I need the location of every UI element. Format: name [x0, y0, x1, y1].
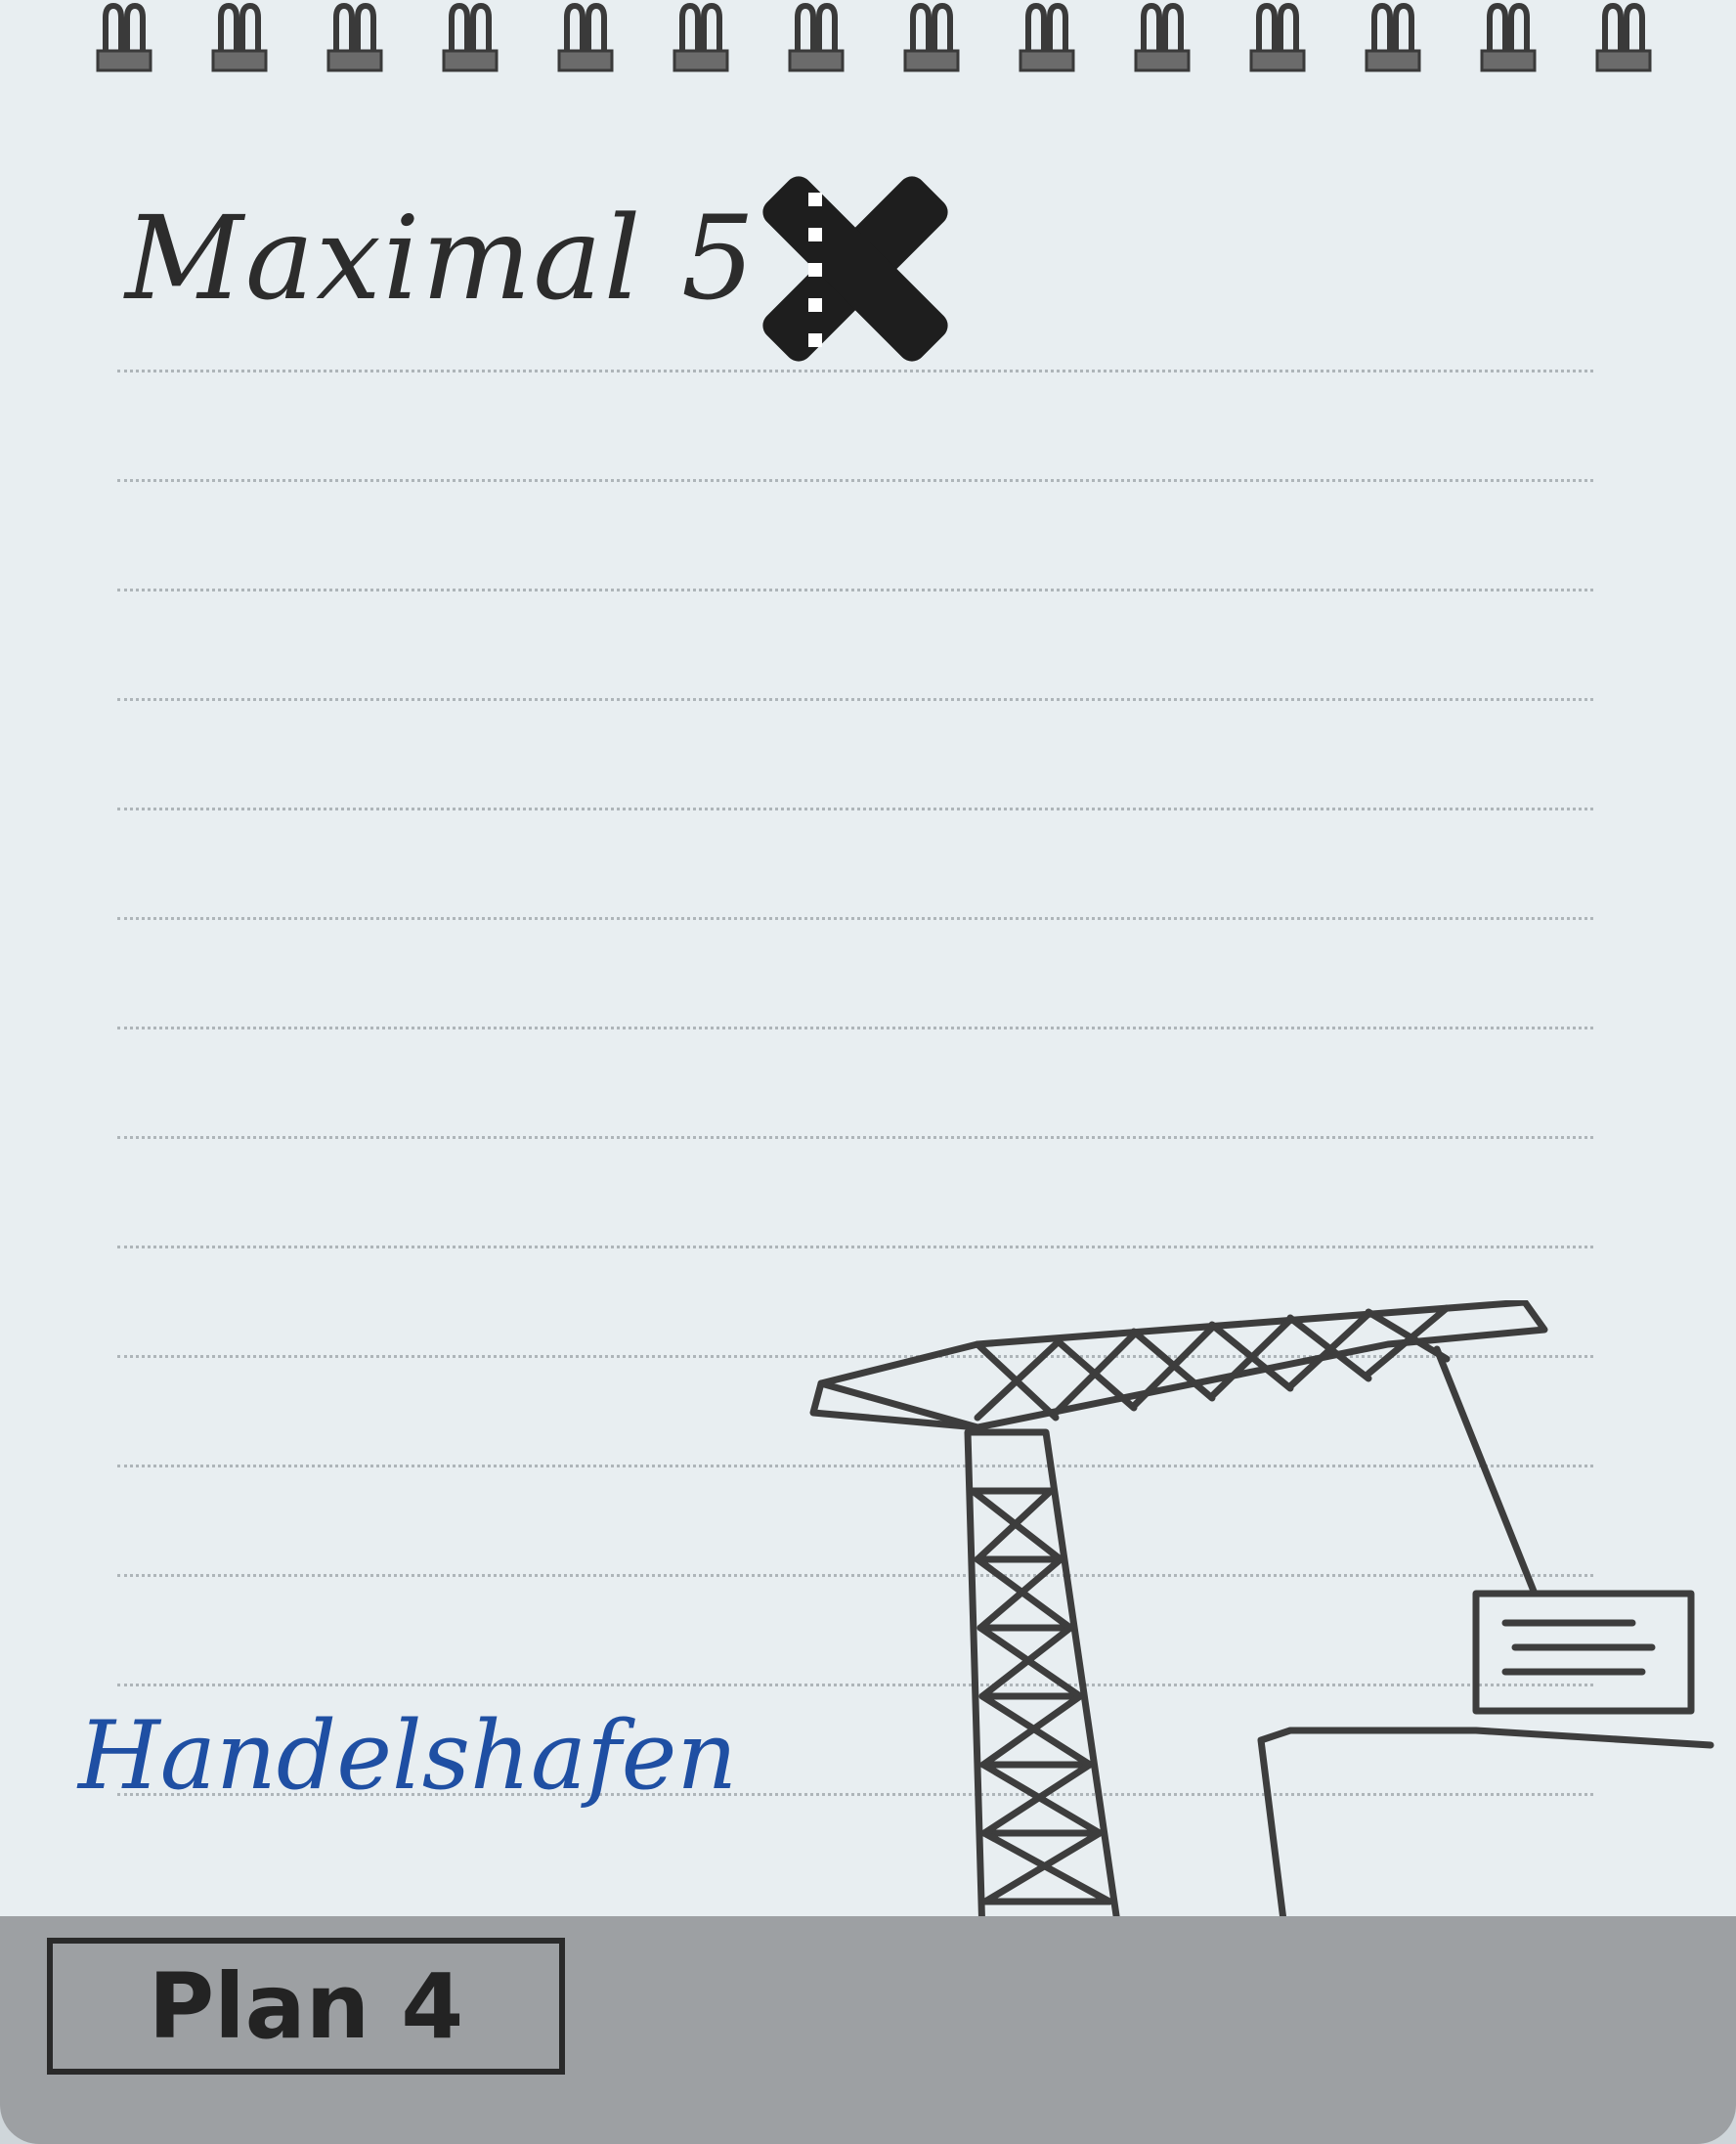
notepad-card: Maximal 5 Handelshafen Plan 4 [0, 0, 1736, 2144]
writing-line [117, 698, 1593, 701]
writing-line [117, 1136, 1593, 1139]
writing-line [117, 1246, 1593, 1248]
writing-line [117, 479, 1593, 482]
plan-badge: Plan 4 [47, 1938, 565, 2075]
plan-label: Plan 4 [148, 1953, 464, 2059]
writing-line [117, 808, 1593, 810]
writing-line [117, 370, 1593, 372]
writing-line [117, 1027, 1593, 1029]
harbor-crane-icon [809, 1300, 1714, 1940]
writing-line [117, 589, 1593, 591]
location-label: Handelshafen [78, 1701, 738, 1811]
writing-line [117, 917, 1593, 920]
